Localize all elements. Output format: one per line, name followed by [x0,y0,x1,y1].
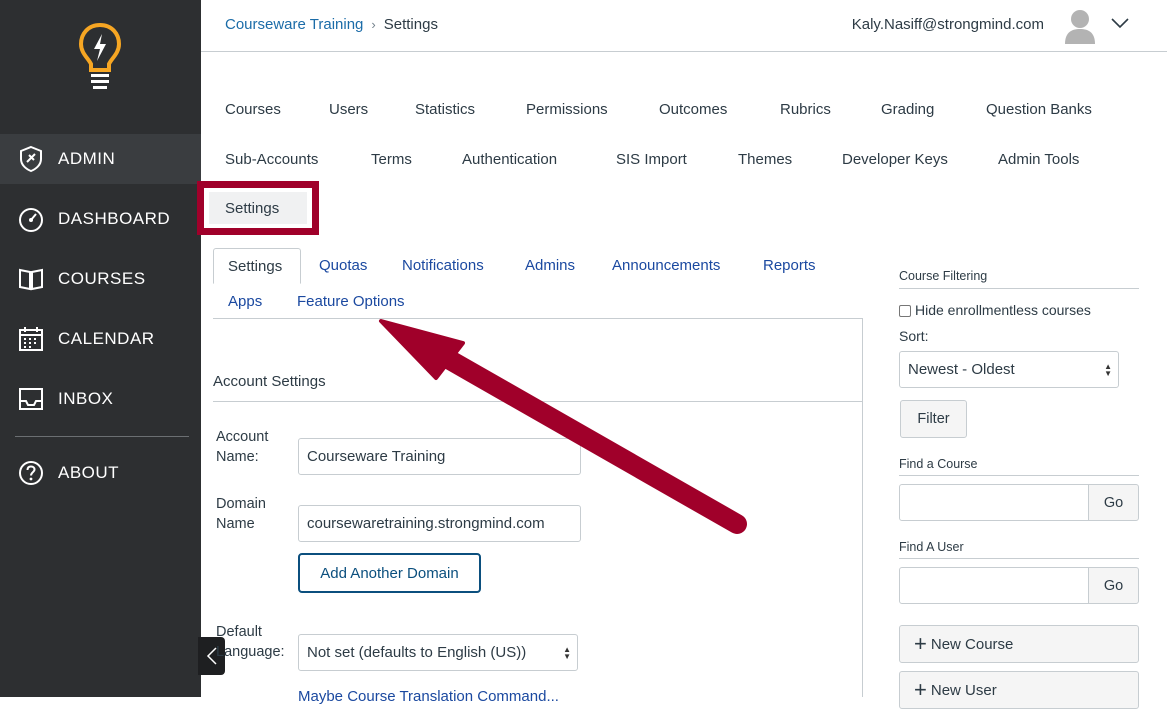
tab-settings[interactable]: Settings [213,248,301,284]
nav-label-inbox: INBOX [58,389,114,408]
tab-admins[interactable]: Admins [525,257,575,274]
hide-enrollmentless-label[interactable]: Hide enrollmentless courses [915,302,1091,318]
nav-label-courses: COURSES [58,269,146,288]
tab-announcements[interactable]: Announcements [612,257,720,274]
sort-value: Newest - Oldest [908,361,1015,378]
find-course-go-button[interactable]: Go [1088,484,1139,521]
admin-nav-admin-tools[interactable]: Admin Tools [998,151,1079,168]
find-course-divider [899,475,1139,476]
course-filtering-title: Course Filtering [899,269,988,283]
admin-nav-grading[interactable]: Grading [881,101,934,118]
find-user-go-button[interactable]: Go [1088,567,1139,604]
page-header: Courseware Training › Settings Kaly.Nasi… [201,0,1167,52]
domain-name-input[interactable] [298,505,581,542]
default-language-label: Default Language: [216,624,285,660]
filter-button[interactable]: Filter [900,400,967,438]
breadcrumb-current: Settings [383,16,438,33]
admin-nav-rubrics[interactable]: Rubrics [780,101,831,118]
admin-nav-themes[interactable]: Themes [738,151,792,168]
calendar-icon [19,327,43,351]
nav-item-calendar[interactable]: CALENDAR [0,314,201,364]
domain-name-label: Domain Name [216,496,266,532]
nav-label-calendar: CALENDAR [58,329,155,348]
nav-label-about: ABOUT [58,463,120,482]
chevron-down-icon[interactable] [1111,16,1129,30]
user-email: Kaly.Nasiff@strongmind.com [851,16,1044,33]
select-arrows-icon: ▲ ▼ [1104,362,1112,378]
shield-icon [20,145,42,173]
tab-quotas[interactable]: Quotas [319,257,367,274]
new-user-label: New User [930,681,997,699]
global-nav-sidebar: ADMIN DASHBOARD COURSES CALENDAR INBOX A… [0,0,201,697]
breadcrumb-root-link[interactable]: Courseware Training [225,16,363,33]
default-language-select[interactable]: Not set (defaults to English (US)) ▲ ▼ [298,634,578,671]
inbox-icon [19,388,43,410]
nav-item-about[interactable]: ABOUT [0,448,201,498]
settings-highlight-annotation [197,181,319,235]
nav-item-dashboard[interactable]: DASHBOARD [0,194,201,244]
tab-reports[interactable]: Reports [763,257,816,274]
nav-label-dashboard: DASHBOARD [58,209,171,228]
nav-item-admin[interactable]: ADMIN [0,134,201,184]
admin-nav-authentication[interactable]: Authentication [462,151,557,168]
admin-nav-users[interactable]: Users [329,101,368,118]
find-user-divider [899,558,1139,559]
nav-item-inbox[interactable]: INBOX [0,374,201,424]
admin-nav-courses[interactable]: Courses [225,101,281,118]
find-course-title: Find a Course [899,457,978,471]
book-icon [19,268,43,291]
account-name-label: Account Name: [216,429,269,465]
tab-apps[interactable]: Apps [228,293,262,310]
nav-label-admin: ADMIN [58,149,116,168]
dashboard-icon [19,208,43,232]
find-user-input[interactable] [899,567,1089,604]
lightbulb-logo-icon[interactable] [78,22,122,92]
nav-item-courses[interactable]: COURSES [0,254,201,304]
tab-feature-options[interactable]: Feature Options [297,293,405,310]
select-arrows-icon: ▲ ▼ [563,645,571,661]
add-another-domain-button[interactable]: Add Another Domain [298,553,481,593]
new-user-button[interactable]: + New User [899,671,1139,709]
default-language-value: Not set (defaults to English (US)) [307,644,527,661]
section-title: Account Settings [213,373,326,390]
admin-nav-terms[interactable]: Terms [371,151,412,168]
tab-notifications[interactable]: Notifications [402,257,484,274]
admin-nav-permissions[interactable]: Permissions [526,101,608,118]
admin-nav-sub-accounts[interactable]: Sub-Accounts [225,151,318,168]
admin-nav-question-banks[interactable]: Question Banks [986,101,1092,118]
breadcrumb: Courseware Training › Settings [225,16,438,33]
account-name-input[interactable] [298,438,581,475]
admin-nav-developer-keys[interactable]: Developer Keys [842,151,948,168]
plus-icon: + [914,631,927,656]
course-filtering-divider [899,288,1139,289]
sort-select[interactable]: Newest - Oldest ▲ ▼ [899,351,1119,388]
admin-nav-sis-import[interactable]: SIS Import [616,151,687,168]
sort-label: Sort: [899,328,929,344]
find-course-input[interactable] [899,484,1089,521]
avatar-icon[interactable] [1064,8,1096,44]
new-course-button[interactable]: + New Course [899,625,1139,663]
hide-enrollmentless-checkbox[interactable] [899,305,911,317]
sidebar-divider [15,436,189,437]
section-divider [213,401,863,402]
admin-nav-statistics[interactable]: Statistics [415,101,475,118]
new-course-label: New Course [930,635,1014,653]
admin-nav-outcomes[interactable]: Outcomes [659,101,727,118]
plus-icon: + [914,677,927,702]
breadcrumb-chevron-icon: › [371,17,376,32]
question-icon [19,461,43,485]
find-user-title: Find A User [899,540,964,554]
